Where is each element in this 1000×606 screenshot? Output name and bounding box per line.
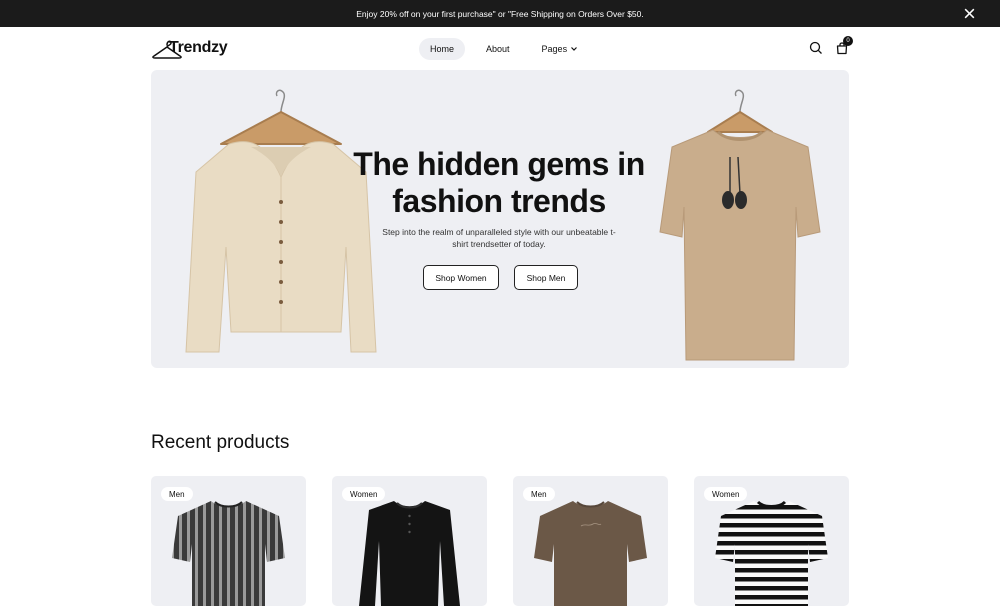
- nav-home-label: Home: [430, 44, 455, 54]
- shop-women-button[interactable]: Shop Women: [423, 265, 499, 290]
- search-icon[interactable]: [809, 41, 823, 55]
- beige-tshirt-image: [659, 89, 821, 361]
- main-nav: Home About Pages: [419, 38, 599, 60]
- nav-about-label: About: [486, 44, 510, 54]
- header-icons: 0: [797, 36, 853, 55]
- product-card[interactable]: Men: [513, 476, 668, 606]
- brown-tshirt-image: [534, 501, 647, 606]
- announcement-text: Enjoy 20% off on your first purchase" or…: [356, 8, 644, 19]
- nav-about[interactable]: About: [475, 38, 521, 60]
- nav-pages-label: Pages: [541, 44, 568, 54]
- black-henley-image: [359, 501, 460, 606]
- hero-title: The hidden gems in fashion trends: [353, 146, 645, 219]
- black-white-striped-tshirt-image: [715, 500, 828, 606]
- recent-products-title: Recent products: [151, 432, 290, 453]
- logo[interactable]: Trendzy: [151, 27, 228, 70]
- site-header: Trendzy Home About Pages 0: [151, 27, 853, 70]
- product-card[interactable]: Men: [151, 476, 306, 606]
- close-icon[interactable]: [963, 7, 976, 20]
- nav-home[interactable]: Home: [419, 38, 466, 60]
- shop-men-button[interactable]: Shop Men: [514, 265, 578, 290]
- product-card[interactable]: Women: [332, 476, 487, 606]
- striped-tshirt-image: [172, 501, 285, 606]
- cart-count-badge: 0: [843, 36, 853, 46]
- cardigan-image: [185, 89, 377, 353]
- product-card[interactable]: Women: [694, 476, 849, 606]
- cart-button[interactable]: 0: [835, 36, 853, 55]
- hero-subtitle: Step into the realm of unparalleled styl…: [382, 227, 616, 249]
- chevron-down-icon: [571, 47, 578, 51]
- announcement-bar: Enjoy 20% off on your first purchase" or…: [0, 0, 1000, 27]
- hero-banner: The hidden gems in fashion trends Step i…: [151, 70, 849, 368]
- nav-pages[interactable]: Pages: [531, 38, 590, 60]
- logo-text: Trendzy: [169, 38, 228, 56]
